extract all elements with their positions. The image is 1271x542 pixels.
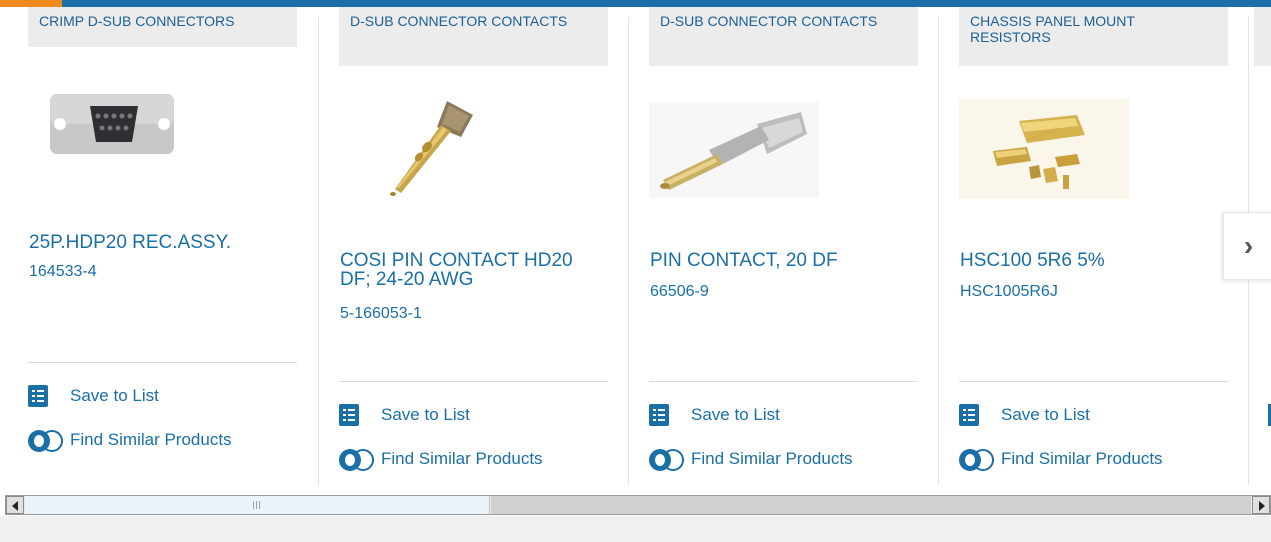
chevron-right-icon: ›: [1243, 230, 1254, 261]
find-similar-icon: [339, 448, 375, 471]
save-to-list-label: Save to List: [70, 386, 159, 405]
product-image[interactable]: [959, 99, 1129, 199]
find-similar-products-button[interactable]: Find Similar Products: [339, 448, 543, 471]
product-part-number-link[interactable]: 164533-4: [29, 263, 97, 281]
arrow-left-icon[interactable]: [6, 496, 24, 514]
card-separator: [318, 17, 319, 485]
product-card: CRIMP D-SUB CONNECTORS 25P.HDP20 REC.ASS…: [28, 7, 298, 485]
top-accent-bar: [0, 0, 1271, 7]
product-card: CHASSIS PANEL MOUNT RESISTORS HSC100 5R6…: [959, 7, 1229, 485]
card-separator: [938, 17, 939, 485]
product-category-partial: [1254, 7, 1271, 66]
product-part-number-link[interactable]: 66506-9: [650, 283, 709, 301]
carousel-next-button[interactable]: ›: [1223, 212, 1271, 280]
find-similar-label: Find Similar Products: [691, 449, 853, 468]
product-title-link[interactable]: HSC100 5R6 5%: [960, 251, 1228, 270]
checklist-icon: [28, 385, 48, 407]
product-title-link[interactable]: PIN CONTACT, 20 DF: [650, 251, 918, 270]
save-to-list-button[interactable]: Save to List: [649, 404, 780, 426]
save-to-list-label: Save to List: [381, 405, 470, 424]
find-similar-icon: [28, 429, 64, 452]
find-similar-icon: [959, 448, 995, 471]
bottom-panel: [0, 516, 1271, 542]
find-similar-label: Find Similar Products: [70, 430, 232, 449]
card-separator: [628, 17, 629, 485]
checklist-icon: [339, 404, 359, 426]
checklist-icon: [959, 404, 979, 426]
find-similar-icon: [649, 448, 685, 471]
find-similar-label: Find Similar Products: [381, 449, 543, 468]
find-similar-products-button[interactable]: Find Similar Products: [649, 448, 853, 471]
save-to-list-label: Save to List: [691, 405, 780, 424]
product-category[interactable]: CHASSIS PANEL MOUNT RESISTORS: [959, 7, 1228, 66]
product-part-number-link[interactable]: HSC1005R6J: [960, 283, 1058, 301]
save-to-list-button[interactable]: Save to List: [959, 404, 1090, 426]
scrollbar-track[interactable]: [491, 496, 1251, 514]
card-divider: [28, 362, 297, 363]
product-carousel: CRIMP D-SUB CONNECTORS 25P.HDP20 REC.ASS…: [0, 7, 1271, 487]
save-to-list-label: Save to List: [1001, 405, 1090, 424]
card-divider: [339, 381, 608, 382]
scrollbar-thumb[interactable]: [25, 496, 490, 514]
save-to-list-button[interactable]: Save to List: [339, 404, 470, 426]
product-image[interactable]: [369, 97, 479, 205]
horizontal-scrollbar[interactable]: [5, 495, 1271, 515]
product-title-link[interactable]: COSI PIN CONTACT HD20 DF; 24-20 AWG: [340, 251, 608, 289]
product-category[interactable]: CRIMP D-SUB CONNECTORS: [28, 7, 297, 47]
product-category[interactable]: D-SUB CONNECTOR CONTACTS: [339, 7, 608, 66]
save-to-list-button[interactable]: Save to List: [28, 385, 159, 407]
product-category[interactable]: D-SUB CONNECTOR CONTACTS: [649, 7, 918, 66]
product-card: D-SUB CONNECTOR CONTACTS COSI PIN CONTAC…: [339, 7, 609, 485]
arrow-right-icon[interactable]: [1252, 496, 1270, 514]
find-similar-products-button[interactable]: Find Similar Products: [959, 448, 1163, 471]
card-divider: [959, 381, 1228, 382]
find-similar-label: Find Similar Products: [1001, 449, 1163, 468]
product-title-link[interactable]: 25P.HDP20 REC.ASSY.: [29, 233, 297, 252]
product-part-number-link[interactable]: 5-166053-1: [340, 305, 422, 323]
card-divider: [649, 381, 918, 382]
accent-segment: [0, 0, 62, 7]
product-card: D-SUB CONNECTOR CONTACTS PIN CONTACT, 20…: [649, 7, 919, 485]
checklist-icon: [649, 404, 669, 426]
product-image[interactable]: [649, 102, 819, 198]
find-similar-products-button[interactable]: Find Similar Products: [28, 429, 232, 452]
product-image[interactable]: [50, 92, 178, 156]
